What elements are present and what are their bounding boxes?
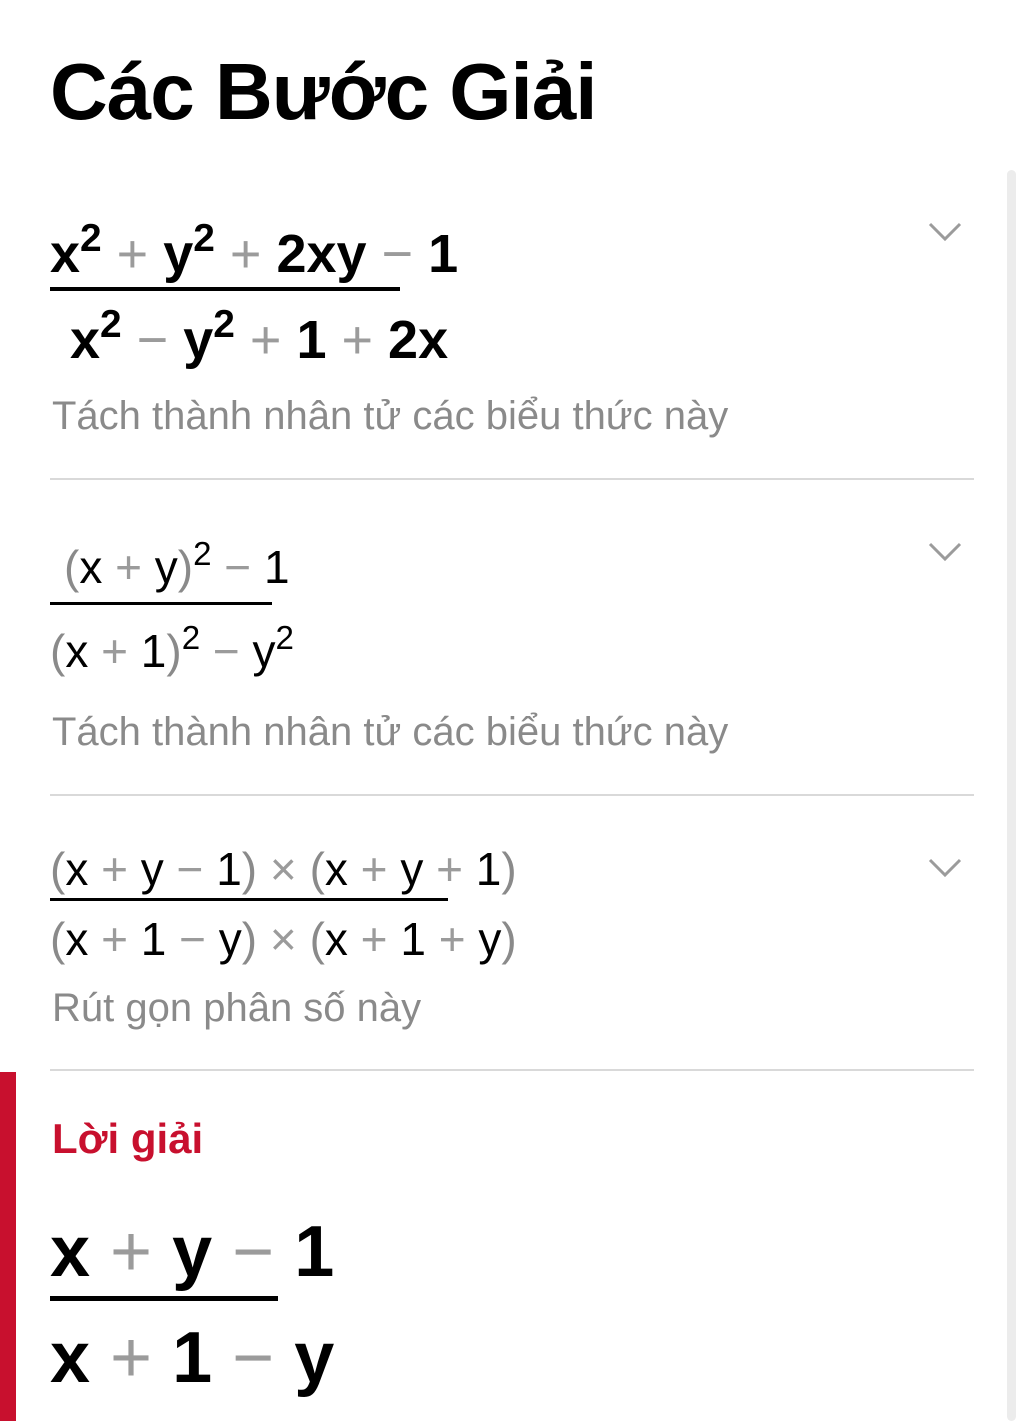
chevron-down-icon[interactable] [928, 858, 962, 878]
solution-label: Lời giải [52, 1115, 204, 1162]
page-title: Các Bước Giải [50, 47, 597, 136]
step-3-denominator: (x + 1 − y) × (x + 1 + y) [50, 913, 517, 965]
scrollbar[interactable] [1007, 170, 1016, 1421]
step-3-numerator: (x + y − 1) × (x + y + 1) [50, 843, 517, 895]
solution-denominator: x + 1 − y [50, 1318, 335, 1398]
fraction-bar [50, 287, 400, 291]
divider [50, 478, 974, 480]
step-1-description: Tách thành nhân tử các biểu thức này [52, 394, 729, 438]
divider [50, 794, 974, 796]
chevron-down-icon[interactable] [928, 222, 962, 242]
step-2-denominator: (x + 1)2 − y2 [50, 619, 294, 677]
step-2-numerator: (x + y)2 − 1 [64, 535, 290, 593]
fraction-bar [50, 602, 272, 605]
chevron-down-icon[interactable] [928, 542, 962, 562]
fraction-bar [50, 898, 448, 901]
step-2-description: Tách thành nhân tử các biểu thức này [52, 710, 729, 754]
fraction-bar [50, 1296, 278, 1301]
divider [50, 1069, 974, 1071]
step-3-description: Rút gọn phân số này [52, 986, 422, 1030]
solution-numerator: x + y − 1 [50, 1212, 335, 1292]
solution-accent-bar [0, 1072, 16, 1421]
step-1-numerator: x2 + y2 + 2xy − 1 [50, 216, 459, 284]
step-1-denominator: x2 − y2 + 1 + 2x [70, 302, 449, 370]
